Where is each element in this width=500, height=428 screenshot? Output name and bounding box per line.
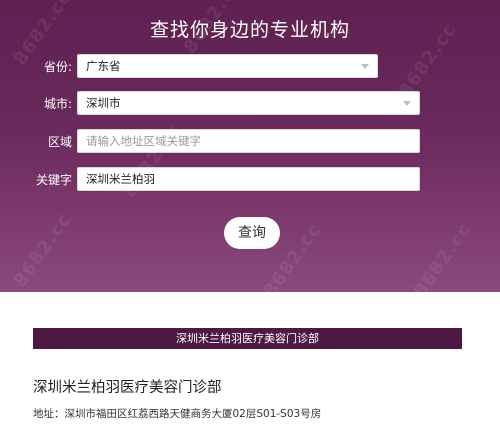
city-label: 城市: xyxy=(43,97,72,111)
watermark: 8682.cc xyxy=(409,219,476,302)
result-clinic-name[interactable]: 深圳米兰柏羽医疗美容门诊部 xyxy=(33,376,222,397)
city-select[interactable]: 深圳市 xyxy=(77,91,420,115)
area-input[interactable]: 请输入地址区域关键字 xyxy=(77,129,420,153)
result-clinic-address: 地址：深圳市福田区红荔西路天健商务大厦02层S01-S03号房 xyxy=(33,408,322,420)
keyword-label: 关键字 xyxy=(35,173,72,187)
watermark: 8682.cc xyxy=(9,209,76,292)
province-select[interactable]: 广东省 xyxy=(77,54,378,78)
chevron-down-icon xyxy=(361,64,369,69)
chevron-down-icon xyxy=(403,101,411,106)
search-button[interactable]: 查询 xyxy=(224,217,280,249)
keyword-row: 关键字 深圳米兰柏羽 xyxy=(0,167,500,193)
page-title: 查找你身边的专业机构 xyxy=(149,19,350,41)
result-header-bar[interactable]: 深圳米兰柏羽医疗美容门诊部 xyxy=(33,328,462,349)
city-row: 城市: 深圳市 xyxy=(0,91,500,117)
area-row: 区域 请输入地址区域关键字 xyxy=(0,129,500,155)
keyword-input[interactable]: 深圳米兰柏羽 xyxy=(77,167,420,191)
search-panel: 8682.cc 8682.cc 8682.cc 8682.cc 8682.cc … xyxy=(0,0,500,301)
area-label: 区域 xyxy=(47,135,72,149)
province-row: 省份: 广东省 xyxy=(0,54,500,80)
city-value: 深圳市 xyxy=(86,96,121,110)
province-value: 广东省 xyxy=(86,59,121,73)
province-label: 省份: xyxy=(43,60,72,74)
